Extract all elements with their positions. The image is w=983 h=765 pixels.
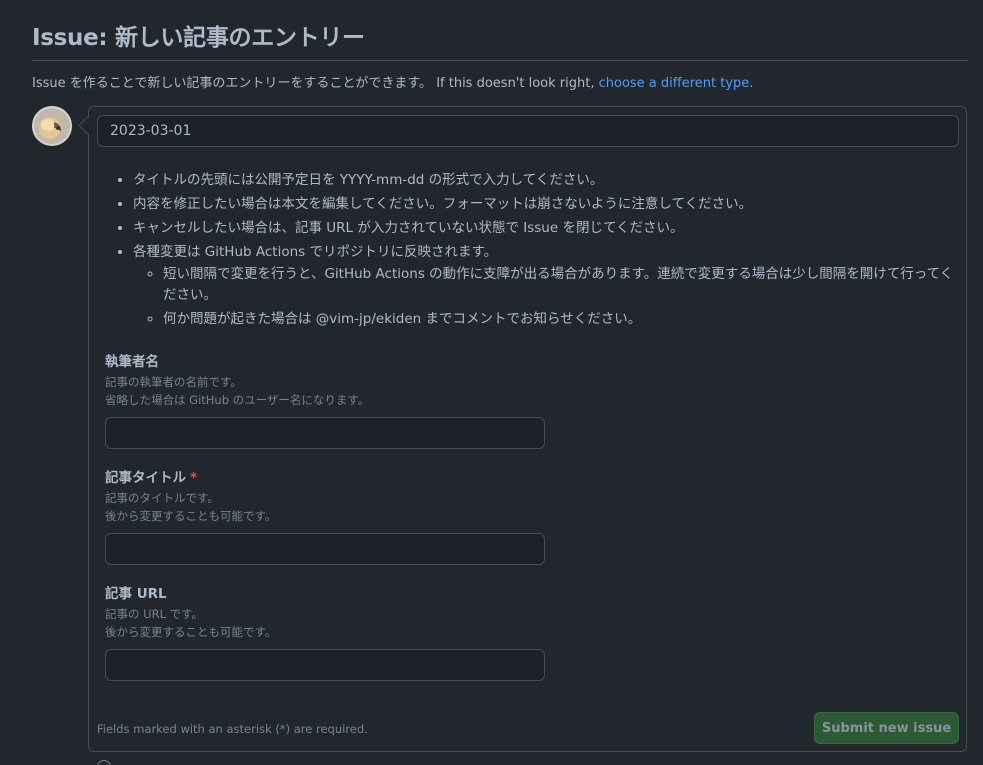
author-name-label: 執筆者名 (105, 354, 159, 370)
instruction-item: 内容を修正したい場合は本文を編集してください。フォーマットは崩さないように注意し… (133, 194, 957, 215)
instruction-text: 各種変更は GitHub Actions でリポジトリに反映されます。 (133, 244, 498, 260)
instruction-item: キャンセルしたい場合は、記事 URL が入力されていない状態で Issue を閉… (133, 218, 957, 239)
article-url-label: 記事 URL (105, 586, 167, 602)
sub-instruction-item: 何か問題が起きた場合は @vim-jp/ekiden までコメントでお知らせくだ… (163, 309, 957, 330)
user-avatar[interactable] (32, 106, 72, 146)
description-text: Issue を作ることで新しい記事のエントリーをすることができます。 If th… (32, 76, 599, 91)
form-instructions: タイトルの先頭には公開予定日を YYYY-mm-dd の形式で入力してください。… (97, 170, 957, 333)
page-description: Issue を作ることで新しい記事のエントリーをすることができます。 If th… (32, 72, 753, 91)
instruction-item: タイトルの先頭には公開予定日を YYYY-mm-dd の形式で入力してください。 (133, 170, 957, 191)
description-line: 後から変更することも可能です。 (105, 625, 277, 639)
avatar-image-icon (34, 108, 70, 144)
description-line: 記事のタイトルです。 (105, 491, 219, 505)
instruction-item-with-sublist: 各種変更は GitHub Actions でリポジトリに反映されます。 短い間隔… (133, 242, 957, 330)
author-name-description: 記事の執筆者の名前です。 省略した場合は GitHub のユーザー名になります。 (105, 373, 369, 409)
description-line: 記事の執筆者の名前です。 (105, 375, 242, 389)
page-title: Issue: 新しい記事のエントリー (32, 25, 365, 51)
article-url-description: 記事の URL です。 後から変更することも可能です。 (105, 605, 276, 641)
description-line: 省略した場合は GitHub のユーザー名になります。 (105, 393, 370, 407)
required-fields-note: Fields marked with an asterisk (*) are r… (97, 722, 368, 736)
sub-instruction-item: 短い間隔で変更を行うと、GitHub Actions の動作に支障が出る場合があ… (163, 264, 957, 306)
description-line: 後から変更することも可能です。 (105, 509, 277, 523)
author-name-input[interactable] (105, 417, 545, 449)
choose-different-type-link[interactable]: choose a different type. (599, 76, 754, 91)
article-title-description: 記事のタイトルです。 後から変更することも可能です。 (105, 489, 276, 525)
circle-icon (97, 760, 111, 765)
title-divider (32, 60, 968, 61)
article-title-input[interactable] (105, 533, 545, 565)
issue-form-page: Issue: 新しい記事のエントリー Issue を作ることで新しい記事のエント… (0, 0, 983, 765)
article-title-label: 記事タイトル * (105, 466, 197, 486)
label-text: 記事タイトル (105, 470, 186, 486)
issue-title-input[interactable] (97, 115, 959, 147)
required-asterisk: * (190, 470, 198, 486)
submit-issue-button[interactable]: Submit new issue (814, 712, 959, 744)
description-line: 記事の URL です。 (105, 607, 203, 621)
article-url-input[interactable] (105, 649, 545, 681)
